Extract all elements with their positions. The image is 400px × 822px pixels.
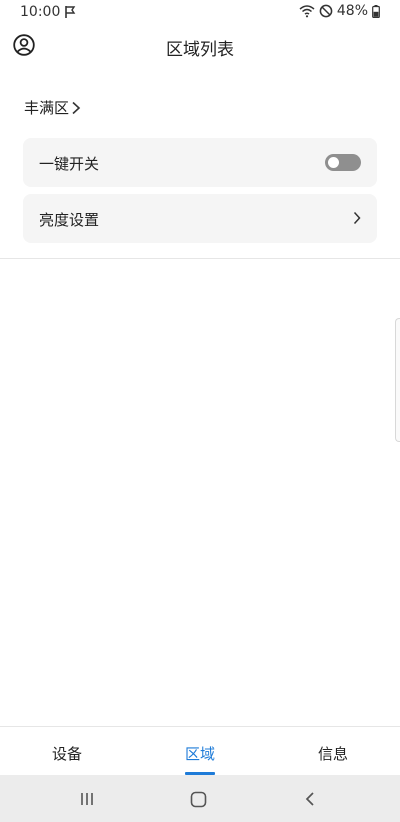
wifi-icon <box>299 5 315 18</box>
one-key-switch-row: 一键开关 <box>23 138 377 187</box>
app-header: 区域列表 <box>0 26 400 66</box>
one-key-switch-toggle[interactable] <box>325 154 361 171</box>
tab-zones[interactable]: 区域 <box>160 743 240 764</box>
zone-selector[interactable]: 丰满区 <box>24 97 81 118</box>
content-divider <box>0 258 400 259</box>
brightness-settings-label: 亮度设置 <box>39 211 100 229</box>
status-icons: 48% <box>299 3 380 19</box>
brightness-settings-row[interactable]: 亮度设置 <box>23 194 377 243</box>
toggle-knob <box>328 157 339 168</box>
status-bar: 10:00 48% <box>0 0 400 26</box>
tab-devices[interactable]: 设备 <box>27 743 107 764</box>
tab-info[interactable]: 信息 <box>293 743 373 764</box>
system-nav-bar <box>0 775 400 822</box>
chevron-right-icon <box>353 211 361 225</box>
back-icon[interactable] <box>304 791 316 807</box>
battery-icon <box>372 4 380 18</box>
page-title: 区域列表 <box>166 40 234 60</box>
bottom-tab-bar: 设备 区域 信息 <box>0 726 400 775</box>
home-icon[interactable] <box>190 791 207 808</box>
do-not-disturb-icon <box>319 4 333 18</box>
status-time: 10:00 <box>20 4 61 20</box>
edge-panel-handle[interactable] <box>395 318 400 442</box>
flag-icon <box>65 6 76 18</box>
chevron-right-icon <box>72 101 81 114</box>
recent-apps-icon[interactable] <box>79 791 95 807</box>
battery-percent: 48% <box>336 3 368 19</box>
one-key-switch-label: 一键开关 <box>39 155 100 173</box>
zone-name: 丰满区 <box>24 99 70 117</box>
